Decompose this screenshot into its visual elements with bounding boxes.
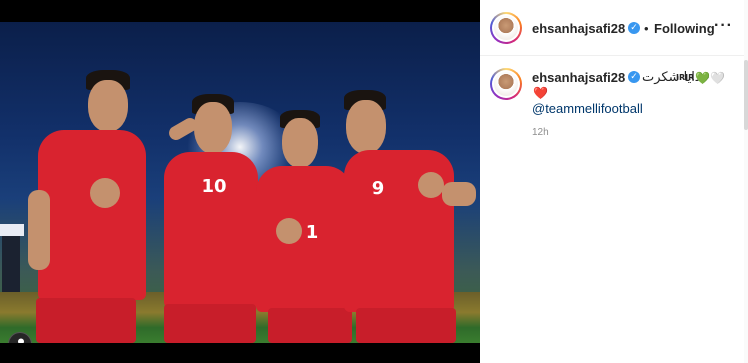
verified-badge-icon: ✓ [628,22,640,34]
author-username[interactable]: ehsanhajsafi28 [532,21,625,36]
post-details-panel: ehsanhajsafi28 ✓ • Following ··· ehsanha… [480,0,748,363]
caption-verified-badge-icon: ✓ [628,71,640,83]
player-saluting: 10 [140,94,260,343]
post-header: ehsanhajsafi28 ✓ • Following ··· [480,0,748,56]
caption-avatar[interactable] [490,68,522,100]
author-avatar[interactable] [490,12,522,44]
jersey-number: 1 [305,222,319,243]
more-options-icon[interactable]: ··· [714,17,733,35]
following-button[interactable]: Following [654,21,715,36]
post-timestamp[interactable]: 12h [532,127,549,138]
caption-tag: IRIR [676,73,695,82]
panel-scrollbar[interactable] [744,0,748,363]
top-black-strip [0,0,480,22]
caption-username[interactable]: ehsanhajsafi28 [532,70,625,85]
post-image[interactable]: 10 1 9 [0,22,480,343]
bottom-black-strip [0,343,480,363]
green-heart-icon: 💚 [695,71,710,85]
jersey-number: 10 [201,176,227,197]
mention-link[interactable]: @teammellifootball [532,101,643,116]
player-right: 9 [340,90,480,343]
header-separator: • [644,21,649,36]
jersey-number: 9 [371,178,385,199]
white-heart-icon: 🤍 [710,71,725,85]
player-left [28,70,148,343]
red-heart-icon: ❤️ [533,86,548,100]
